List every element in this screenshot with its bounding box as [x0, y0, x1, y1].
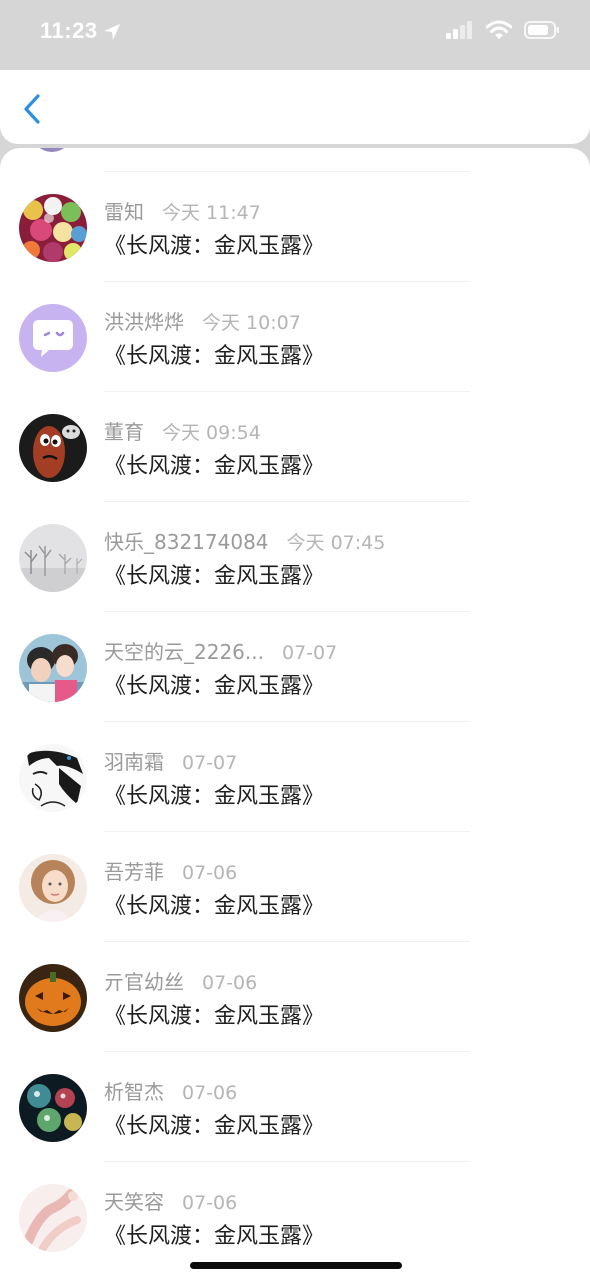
- list-item[interactable]: 析智杰 07-06 《长风渡：金风玉露》: [0, 1052, 590, 1162]
- timestamp: 07-07: [182, 752, 238, 774]
- comment-text[interactable]: 《长风渡：金风玉露》: [104, 888, 324, 920]
- avatar[interactable]: [19, 1074, 87, 1142]
- portrait-avatar-icon: [19, 854, 87, 922]
- timestamp: 今天 09:54: [162, 422, 261, 444]
- user-name[interactable]: 董育: [104, 416, 144, 445]
- avatar[interactable]: [19, 194, 87, 262]
- list-item[interactable]: 天空的云_2226... 07-07 《长风渡：金风玉露》: [0, 612, 590, 722]
- list-item[interactable]: 羽南霜 07-07 《长风渡：金风玉露》: [0, 722, 590, 832]
- comment-text[interactable]: 《长风渡：金风玉露》: [104, 668, 324, 700]
- home-indicator[interactable]: [190, 1262, 402, 1269]
- wifi-icon: [486, 20, 512, 39]
- list-item[interactable]: 快乐_832174084 今天 07:45 《长风渡：金风玉露》: [0, 502, 590, 612]
- cellular-signal-icon: [446, 21, 472, 39]
- user-name[interactable]: 亓官幼丝: [104, 966, 184, 995]
- comment-text[interactable]: 《长风渡：金风玉露》: [104, 228, 324, 260]
- avatar[interactable]: [19, 524, 87, 592]
- timestamp: 07-06: [202, 972, 258, 994]
- user-name[interactable]: 快乐_832174084: [104, 526, 269, 555]
- back-button[interactable]: [18, 92, 48, 126]
- chat-bubble-avatar-icon: [19, 304, 87, 372]
- list-item[interactable]: 雷知 今天 11:47 《长风渡：金风玉露》: [0, 172, 590, 282]
- list-item[interactable]: 董育 今天 09:54 《长风渡：金风玉露》: [0, 392, 590, 502]
- list-item[interactable]: 洪洪烨烨 今天 10:07 《长风渡：金风玉露》: [0, 282, 590, 392]
- list-item[interactable]: 亓官幼丝 07-06 《长风渡：金风玉露》: [0, 942, 590, 1052]
- comment-text[interactable]: 《长风渡：金风玉露》: [104, 338, 324, 370]
- battery-icon: [524, 21, 559, 39]
- selfie-avatar-icon: [19, 634, 87, 702]
- avatar[interactable]: [19, 1184, 87, 1252]
- comment-text[interactable]: 《长风渡：金风玉露》: [104, 448, 324, 480]
- user-name[interactable]: 洪洪烨烨: [104, 306, 184, 335]
- avatar[interactable]: [19, 964, 87, 1032]
- status-time: 11:23: [40, 18, 98, 43]
- user-name[interactable]: 吾芳菲: [104, 856, 164, 885]
- comment-text[interactable]: 《长风渡：金风玉露》: [104, 1108, 324, 1140]
- avatar[interactable]: [19, 304, 87, 372]
- comment-text[interactable]: 《长风渡：金风玉露》: [104, 998, 324, 1030]
- location-arrow-icon: [104, 24, 120, 40]
- chevron-left-icon: [24, 94, 40, 124]
- user-name[interactable]: 析智杰: [104, 1076, 164, 1105]
- avatar[interactable]: [19, 854, 87, 922]
- user-name[interactable]: 天空的云_2226...: [104, 636, 264, 665]
- status-indicators: [446, 20, 560, 40]
- avatar[interactable]: [19, 414, 87, 482]
- avatar[interactable]: [19, 744, 87, 812]
- partial-avatar: [32, 148, 72, 152]
- timestamp: 07-06: [182, 1192, 238, 1214]
- egg-face-avatar-icon: [19, 414, 87, 482]
- pumpkin-avatar-icon: [19, 964, 87, 1032]
- user-name[interactable]: 雷知: [104, 196, 144, 225]
- comment-list[interactable]: 雷知 今天 11:47 《长风渡：金风玉露》 洪洪烨烨 今天 10:07 《长风…: [0, 148, 590, 1280]
- timestamp: 07-06: [182, 862, 238, 884]
- header-bar: [0, 70, 590, 144]
- timestamp: 今天 10:07: [202, 312, 301, 334]
- pastel-hands-avatar-icon: [19, 1184, 87, 1252]
- timestamp: 07-06: [182, 1082, 238, 1104]
- sketch-face-avatar-icon: [19, 744, 87, 812]
- candy-avatar-icon: [19, 194, 87, 262]
- comment-text[interactable]: 《长风渡：金风玉露》: [104, 1218, 324, 1250]
- timestamp: 今天 11:47: [162, 202, 261, 224]
- comment-text[interactable]: 《长风渡：金风玉露》: [104, 778, 324, 810]
- foggy-trees-avatar-icon: [19, 524, 87, 592]
- list-item[interactable]: 吾芳菲 07-06 《长风渡：金风玉露》: [0, 832, 590, 942]
- timestamp: 07-07: [281, 642, 338, 664]
- timestamp: 今天 07:45: [286, 532, 386, 554]
- status-bar: 11:23: [0, 0, 590, 70]
- user-name[interactable]: 羽南霜: [104, 746, 164, 775]
- avatar[interactable]: [19, 634, 87, 702]
- user-name[interactable]: 天笑容: [104, 1186, 164, 1215]
- glass-jars-avatar-icon: [19, 1074, 87, 1142]
- list-item[interactable]: 天笑容 07-06 《长风渡：金风玉露》: [0, 1162, 590, 1272]
- comment-text[interactable]: 《长风渡：金风玉露》: [104, 558, 324, 590]
